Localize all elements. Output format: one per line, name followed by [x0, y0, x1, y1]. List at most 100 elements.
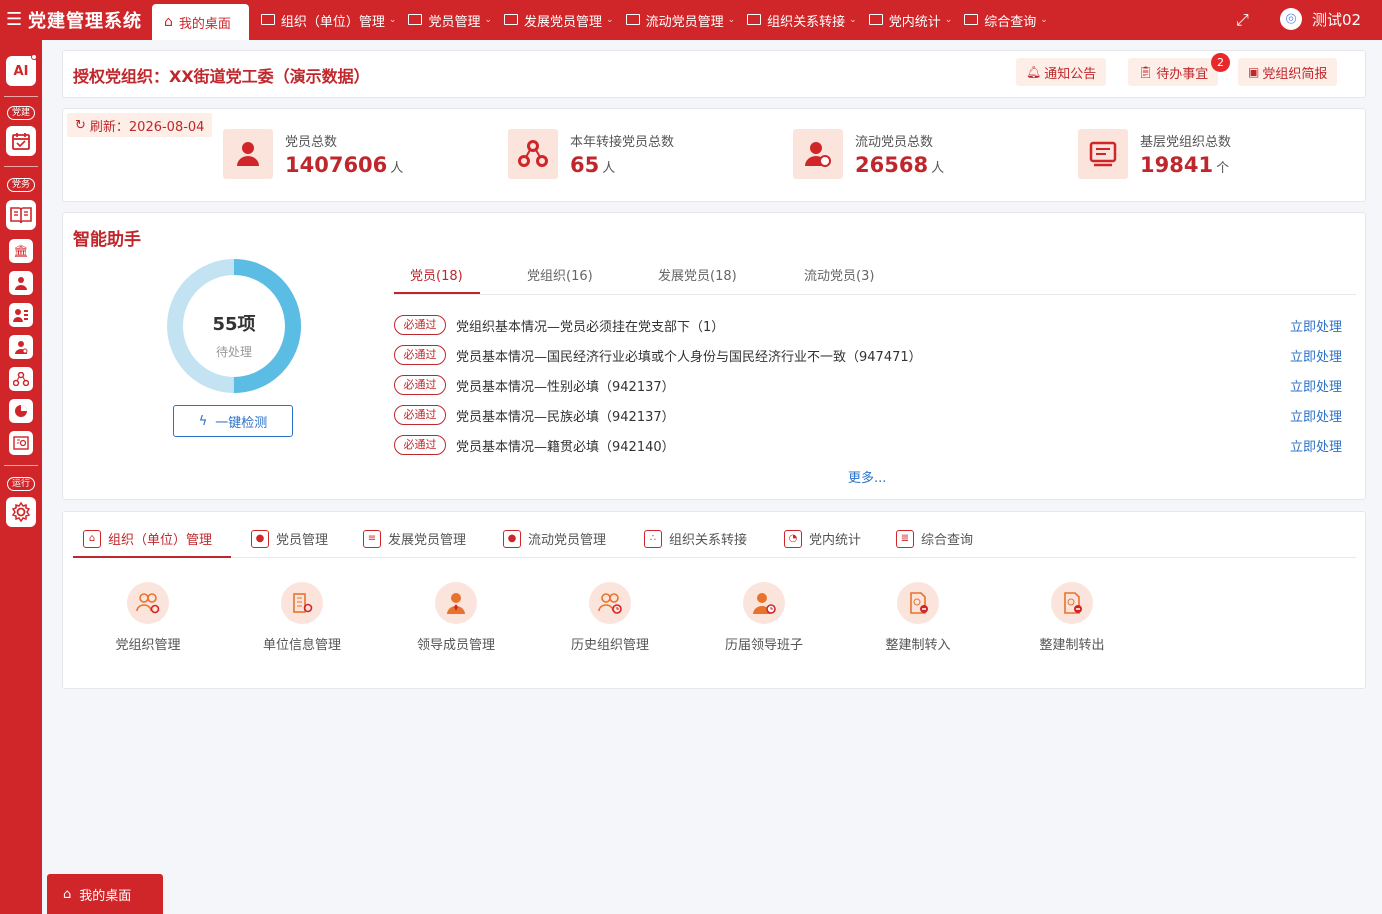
- assistant-title: 智能助手: [73, 230, 141, 250]
- group-history-icon: [589, 582, 631, 624]
- top-menu-query[interactable]: 综合查询 ⌄: [964, 11, 1048, 30]
- tab-develop-members[interactable]: 发展党员(18): [658, 265, 737, 284]
- tab-party-orgs[interactable]: 党组织(16): [527, 265, 593, 284]
- top-menu-label: 流动党员管理: [645, 14, 724, 30]
- smart-assistant-card: 智能助手 55项 待处理 ϟ 一键检测 党员(18) 党组织(16) 发展党员(1…: [62, 212, 1366, 500]
- more-link[interactable]: 更多...: [848, 467, 886, 486]
- calendar-icon[interactable]: [6, 126, 36, 156]
- building-icon[interactable]: 🏛: [9, 239, 33, 263]
- sidebar-divider: [4, 96, 38, 97]
- required-tag: 必通过: [394, 375, 446, 395]
- quick-item-transfer-out[interactable]: 整建制转出: [1012, 582, 1132, 653]
- top-navigation-bar: ☰ 党建管理系统 ⌂ 我的桌面 组织（单位）管理 ⌄ 党员管理 ⌄ 发展党员管理 ⌄ …: [0, 0, 1382, 40]
- one-click-check-button[interactable]: ϟ 一键检测: [173, 405, 293, 437]
- sidebar-divider: [4, 465, 38, 466]
- stat-unit: 人: [602, 161, 616, 176]
- top-menu-transfer[interactable]: 组织关系转接 ⌄: [747, 11, 857, 30]
- mobile-member-icon[interactable]: [9, 335, 33, 359]
- quick-item-history-orgs[interactable]: 历史组织管理: [550, 582, 670, 653]
- quick-item-past-leadership[interactable]: 历届领导班子: [704, 582, 824, 653]
- process-now-link[interactable]: 立即处理: [1290, 346, 1342, 365]
- menu-toggle-icon[interactable]: ☰: [6, 0, 28, 40]
- transfer-network-icon[interactable]: [9, 367, 33, 391]
- module-tab-mobile[interactable]: ● 流动党员管理: [503, 529, 606, 548]
- chevron-down-icon: ⌄: [849, 15, 857, 25]
- building-icon: ⌂: [83, 529, 101, 548]
- ai-label: AI: [13, 63, 29, 79]
- module-tab-stats[interactable]: ◔ 党内统计: [784, 529, 861, 548]
- todo-button-label: 待办事宜: [1156, 66, 1209, 82]
- process-now-link[interactable]: 立即处理: [1290, 436, 1342, 455]
- stat-label: 流动党员总数: [855, 135, 934, 150]
- member-card-icon[interactable]: [9, 303, 33, 327]
- module-tab-label: 组织关系转接: [669, 533, 748, 548]
- fullscreen-icon[interactable]: ⤢: [1236, 10, 1249, 30]
- top-menu-mobile[interactable]: 流动党员管理 ⌄: [625, 11, 735, 30]
- module-tab-transfer[interactable]: ∴ 组织关系转接: [644, 529, 747, 548]
- module-tab-label: 流动党员管理: [528, 533, 607, 548]
- stat-mobile-members: 流动党员总数 26568 人: [793, 129, 944, 179]
- person-icon[interactable]: [9, 271, 33, 295]
- refresh-button[interactable]: ↻ 刷新：2026-08-04: [67, 113, 213, 137]
- org-brief-button[interactable]: ▣ 党组织简报: [1238, 58, 1338, 86]
- top-menu-org[interactable]: 组织（单位）管理 ⌄: [260, 11, 396, 30]
- settings-gear-icon[interactable]: [6, 497, 36, 527]
- stat-unit: 人: [390, 161, 404, 176]
- stat-label: 基层党组织总数: [1140, 135, 1232, 150]
- folder-icon: [625, 13, 640, 25]
- notice-button[interactable]: 🔔︎ 通知公告: [1016, 58, 1107, 86]
- quick-item-label: 历届领导班子: [724, 638, 803, 653]
- check-item-text: 党员基本情况—籍贯必填（942140）: [456, 439, 675, 455]
- book-icon[interactable]: [6, 200, 36, 230]
- top-menu: 组织（单位）管理 ⌄ 党员管理 ⌄ 发展党员管理 ⌄ 流动党员管理 ⌄ 组织关系转接 ⌄ …: [249, 0, 1048, 40]
- search-list-icon: ≣: [896, 529, 914, 548]
- top-menu-label: 发展党员管理: [524, 14, 603, 30]
- check-item-row: 必通过 党组织基本情况—党员必须挂在党支部下（1） 立即处理: [394, 313, 1342, 337]
- member-card-icon: ≡: [363, 529, 381, 548]
- top-menu-label: 党内统计: [888, 14, 941, 30]
- module-tab-query[interactable]: ≣ 综合查询: [896, 529, 973, 548]
- home-icon: ⌂: [63, 886, 72, 902]
- refresh-label: 刷新：2026-08-04: [89, 119, 205, 135]
- pie-chart-icon[interactable]: [9, 399, 33, 423]
- tab-members[interactable]: 党员(18): [410, 265, 463, 284]
- pie-chart-icon: ◔: [784, 529, 802, 548]
- module-tab-develop[interactable]: ≡ 发展党员管理: [363, 529, 466, 548]
- required-tag: 必通过: [394, 405, 446, 425]
- quick-item-org-management[interactable]: 党组织管理: [88, 582, 208, 653]
- top-menu-develop[interactable]: 发展党员管理 ⌄: [504, 11, 614, 30]
- process-now-link[interactable]: 立即处理: [1290, 376, 1342, 395]
- ai-assistant-button[interactable]: AI: [6, 56, 36, 86]
- quick-item-label: 单位信息管理: [262, 638, 341, 653]
- bottom-tab-label: 我的桌面: [79, 888, 132, 904]
- bottom-tab-my-desktop[interactable]: ⌂ 我的桌面: [47, 874, 163, 914]
- folder-icon: [408, 13, 423, 25]
- top-tab-label: 我的桌面: [178, 16, 231, 32]
- module-tab-label: 发展党员管理: [388, 533, 467, 548]
- left-sidebar: AI 党建 党务 🏛 运行: [0, 40, 42, 914]
- top-menu-label: 综合查询: [984, 14, 1037, 30]
- sidebar-group-label: 党建: [7, 106, 35, 120]
- process-now-link[interactable]: 立即处理: [1290, 406, 1342, 425]
- top-tab-my-desktop[interactable]: ⌂ 我的桌面: [152, 4, 249, 40]
- module-tab-label: 综合查询: [921, 533, 974, 548]
- user-name: 测试02: [1312, 10, 1362, 29]
- todo-button[interactable]: 📋︎ 待办事宜: [1128, 58, 1219, 86]
- top-menu-members[interactable]: 党员管理 ⌄: [408, 11, 492, 30]
- active-tab-underline: [394, 292, 480, 294]
- active-module-tab-underline: [73, 556, 231, 558]
- module-tabs: ⌂ 组织（单位）管理 ● 党员管理 ≡ 发展党员管理 ● 流动党员管理 ∴ 组织关系转接 …: [73, 522, 1356, 558]
- folder-icon: [260, 13, 275, 25]
- module-tab-org[interactable]: ⌂ 组织（单位）管理: [83, 529, 212, 548]
- quick-item-leaders[interactable]: 领导成员管理: [396, 582, 516, 653]
- top-menu-stats[interactable]: 党内统计 ⌄: [868, 11, 952, 30]
- quick-item-unit-info[interactable]: 单位信息管理: [242, 582, 362, 653]
- process-now-link[interactable]: 立即处理: [1290, 316, 1342, 335]
- module-tab-members[interactable]: ● 党员管理: [251, 529, 328, 548]
- tab-mobile-members[interactable]: 流动党员(3): [804, 265, 874, 284]
- required-tag: 必通过: [394, 435, 446, 455]
- quick-item-transfer-in[interactable]: 整建制转入: [858, 582, 978, 653]
- user-menu[interactable]: ◎ 测试02: [1280, 8, 1361, 30]
- clipboard-icon: 📋︎: [1138, 65, 1154, 79]
- search-list-icon[interactable]: [9, 431, 33, 455]
